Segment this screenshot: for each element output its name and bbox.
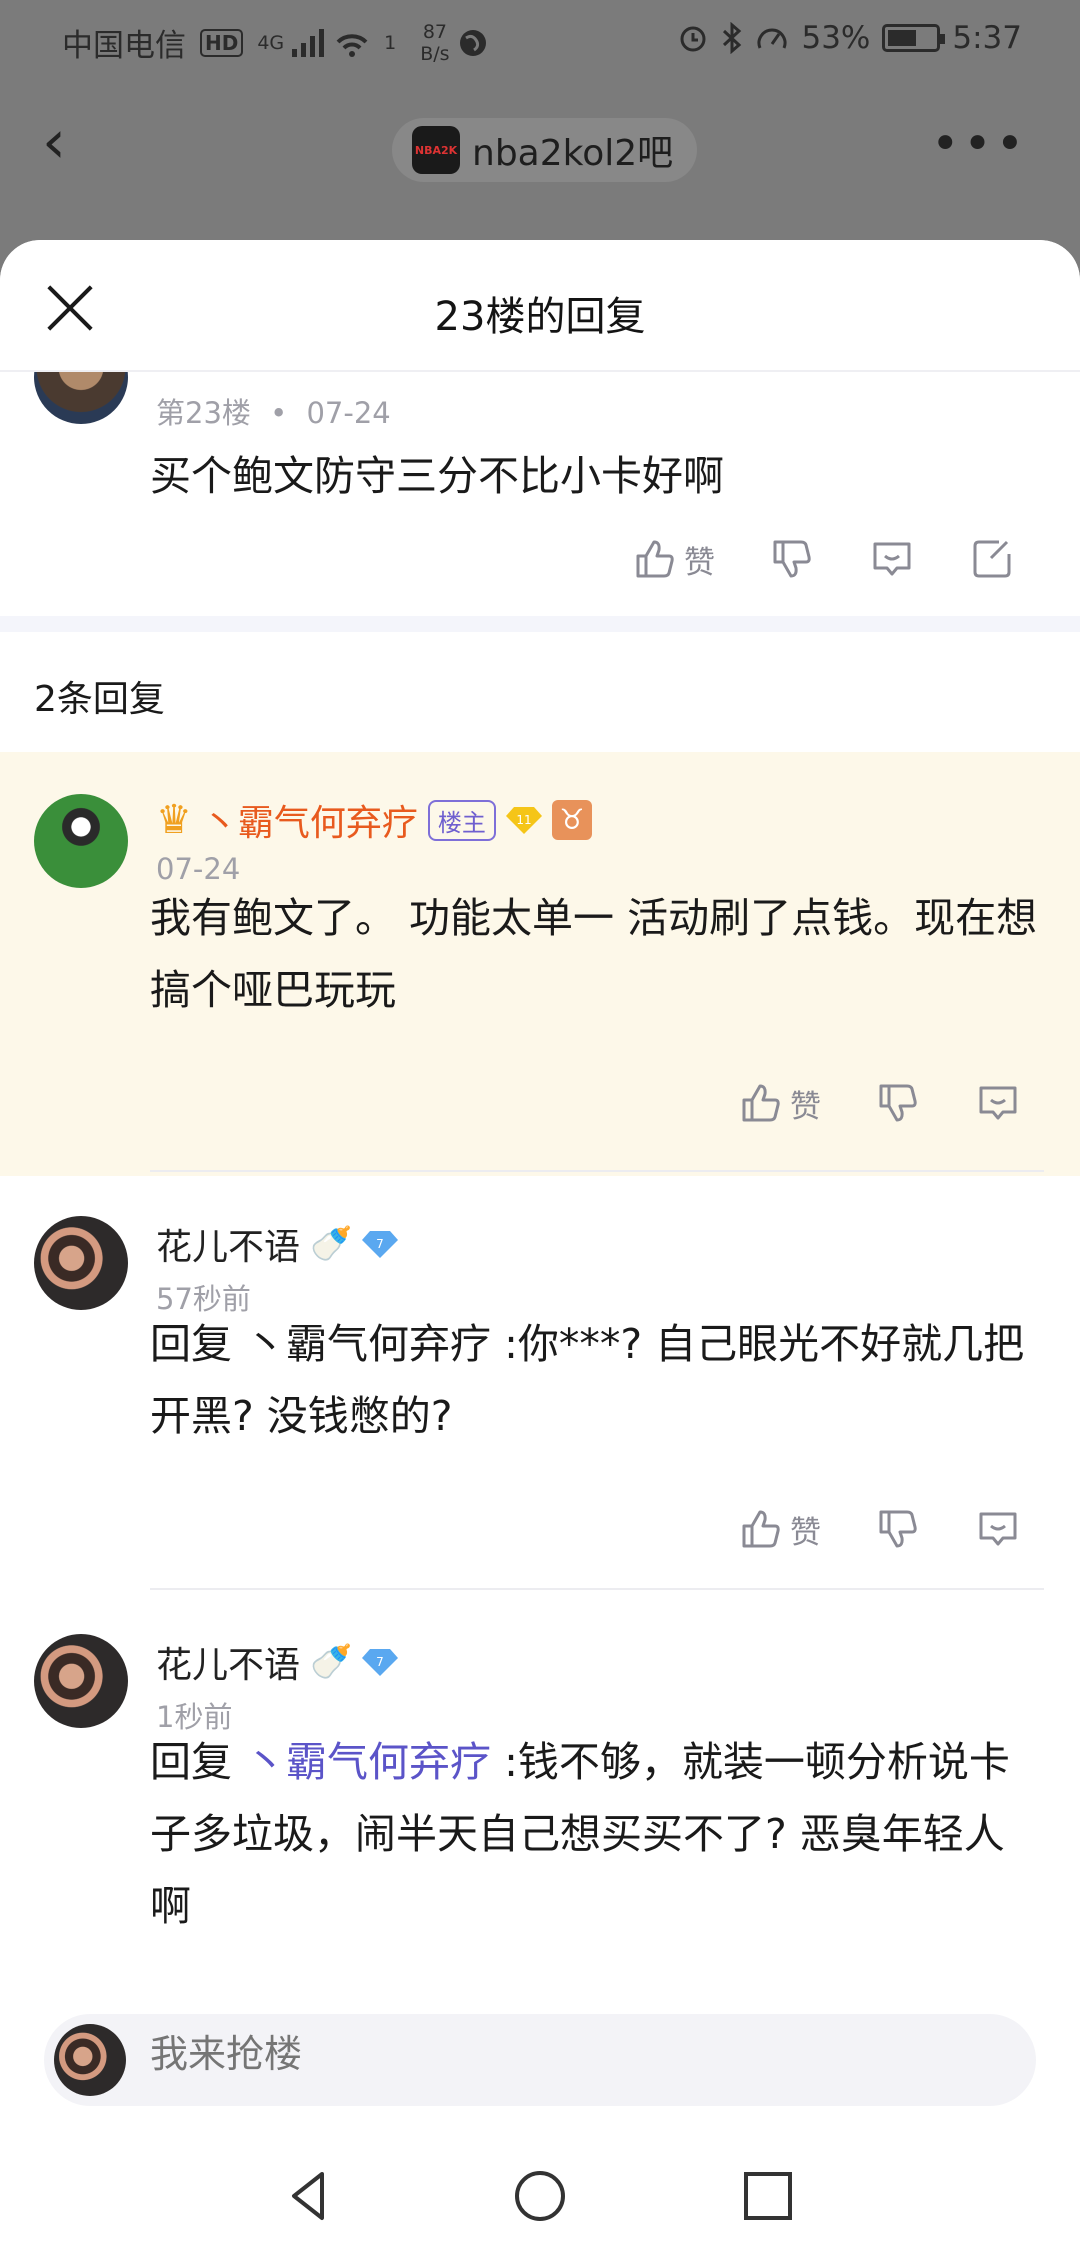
level-number: 11 — [516, 813, 531, 827]
reply-item: 花儿不语 🍼 7 1秒前 回复 丶霸气何弃疗 :钱不够，就装一顿分析说卡子多垃圾… — [0, 1590, 1080, 1990]
floor-label: 第23楼 — [156, 396, 251, 430]
speedometer-icon — [757, 28, 787, 49]
forum-pill[interactable]: NBA2K nba2kol2吧 — [392, 118, 698, 182]
app-header: ‹ NBA2K nba2kol2吧 ••• — [0, 90, 1080, 210]
username[interactable]: 花儿不语 — [156, 1218, 300, 1270]
wifi-icon — [336, 33, 368, 57]
level-gem-icon: 7 — [362, 1649, 399, 1676]
section-divider — [0, 616, 1080, 632]
thumbs-down-icon[interactable] — [769, 536, 815, 582]
reply-input[interactable] — [150, 2032, 1010, 2076]
bluetooth-icon — [723, 22, 742, 54]
like-button[interactable]: 赞 — [738, 1506, 821, 1552]
reply-prefix: 回复 — [150, 1738, 246, 1786]
clock: 5:37 — [952, 20, 1022, 56]
owner-badge: 楼主 — [427, 799, 496, 841]
baby-bottle-icon: 🍼 — [310, 1224, 353, 1264]
crown-icon: ♛ — [156, 797, 192, 843]
network-type: 4G — [257, 31, 285, 54]
status-bar: 中国电信 HD 4G 1 87 B/s 53% 5:37 — [0, 0, 1080, 84]
globe-icon — [459, 29, 486, 56]
avatar[interactable] — [34, 794, 128, 888]
comment-icon[interactable] — [869, 536, 915, 582]
comment-icon[interactable] — [975, 1506, 1021, 1552]
reply-item: ♛ 丶霸气何弃疗 楼主 11 ♉ 07-24 我有鲍文了。 功能太单一 活动刷了… — [0, 752, 1080, 1176]
wifi-sup: 1 — [384, 31, 397, 54]
main-post: 第23楼 • 07-24 买个鲍文防守三分不比小卡好啊 赞 — [0, 330, 1080, 622]
thumbs-down-icon[interactable] — [875, 1506, 921, 1552]
status-right: 53% 5:37 — [677, 20, 1022, 56]
sheet-header: 23楼的回复 — [0, 240, 1080, 372]
level-number: 7 — [377, 1237, 385, 1251]
thumbs-up-icon — [738, 1506, 784, 1552]
thumbs-up-icon — [632, 536, 678, 582]
post-text: 买个鲍文防守三分不比小卡好啊 — [150, 452, 724, 500]
username[interactable]: 花儿不语 — [156, 1636, 300, 1688]
like-label: 赞 — [790, 1514, 821, 1551]
composer-bar[interactable] — [44, 2014, 1036, 2106]
reply-time: 07-24 — [156, 852, 241, 886]
forum-logo: NBA2K — [412, 126, 460, 174]
thumbs-down-icon[interactable] — [875, 1080, 921, 1126]
post-actions: 赞 — [632, 536, 1015, 582]
comment-icon[interactable] — [975, 1080, 1021, 1126]
reply-text: 回复 丶霸气何弃疗 :钱不够，就装一顿分析说卡子多垃圾，闹半天自己想买买不了? … — [150, 1726, 1040, 1942]
system-nav-bar — [0, 2144, 1080, 2244]
like-button[interactable]: 赞 — [738, 1080, 821, 1126]
like-button[interactable]: 赞 — [632, 536, 715, 582]
more-icon[interactable]: ••• — [931, 116, 1028, 172]
nav-back-icon[interactable] — [280, 2166, 340, 2226]
forum-name: nba2kol2吧 — [472, 133, 674, 174]
reply-sheet: 第23楼 • 07-24 买个鲍文防守三分不比小卡好啊 赞 2条回复 ♛ 丶霸气… — [0, 240, 1080, 2244]
baby-bottle-icon: 🍼 — [310, 1642, 353, 1682]
reply-text: 我有鲍文了。 功能太单一 活动刷了点钱。现在想搞个哑巴玩玩 — [150, 894, 1038, 1014]
net-speed: 87 B/s — [420, 21, 449, 65]
level-number: 7 — [377, 1655, 385, 1669]
reply-item: 花儿不语 🍼 7 57秒前 回复 丶霸气何弃疗 :你***? 自己眼光不好就几把… — [0, 1172, 1080, 1590]
status-left: 中国电信 HD 4G 1 87 B/s — [62, 20, 488, 65]
avatar — [54, 2024, 126, 2096]
username[interactable]: 丶霸气何弃疗 — [202, 794, 418, 846]
reply-actions: 赞 — [738, 1080, 1021, 1126]
edit-icon[interactable] — [969, 536, 1015, 582]
reply-name-row: ♛ 丶霸气何弃疗 楼主 11 ♉ — [156, 794, 592, 846]
speed-unit: B/s — [420, 42, 450, 65]
zodiac-icon: ♉ — [551, 800, 592, 840]
like-label: 赞 — [684, 544, 715, 581]
signal-icon — [292, 28, 325, 57]
back-chevron-icon[interactable]: ‹ — [42, 112, 66, 172]
battery-percent: 53% — [801, 20, 871, 56]
meta-dot: • — [270, 396, 288, 430]
thumbs-up-icon — [738, 1080, 784, 1126]
avatar[interactable] — [34, 1216, 128, 1310]
nav-home-icon[interactable] — [510, 2166, 570, 2226]
alarm-icon — [680, 26, 706, 52]
nav-recents-icon[interactable] — [738, 2166, 798, 2226]
post-date: 07-24 — [306, 396, 391, 430]
carrier-label: 中国电信 — [62, 28, 186, 64]
sheet-title: 23楼的回复 — [434, 294, 646, 340]
level-gem-icon: 7 — [362, 1231, 399, 1258]
post-meta: 第23楼 • 07-24 — [156, 390, 391, 432]
reply-name-row: 花儿不语 🍼 7 — [156, 1218, 399, 1270]
speed-value: 87 — [422, 20, 448, 43]
reply-actions: 赞 — [738, 1506, 1021, 1552]
avatar[interactable] — [34, 1634, 128, 1728]
level-gem-icon: 11 — [505, 807, 542, 834]
hd-badge: HD — [200, 28, 244, 57]
battery-icon — [882, 24, 946, 52]
reply-name-row: 花儿不语 🍼 7 — [156, 1636, 399, 1688]
reply-count: 2条回复 — [34, 679, 165, 720]
mention-link[interactable]: 丶霸气何弃疗 — [245, 1738, 491, 1786]
like-label: 赞 — [790, 1088, 821, 1125]
reply-text: 回复 丶霸气何弃疗 :你***? 自己眼光不好就几把开黑? 没钱憋的? — [150, 1320, 1025, 1440]
